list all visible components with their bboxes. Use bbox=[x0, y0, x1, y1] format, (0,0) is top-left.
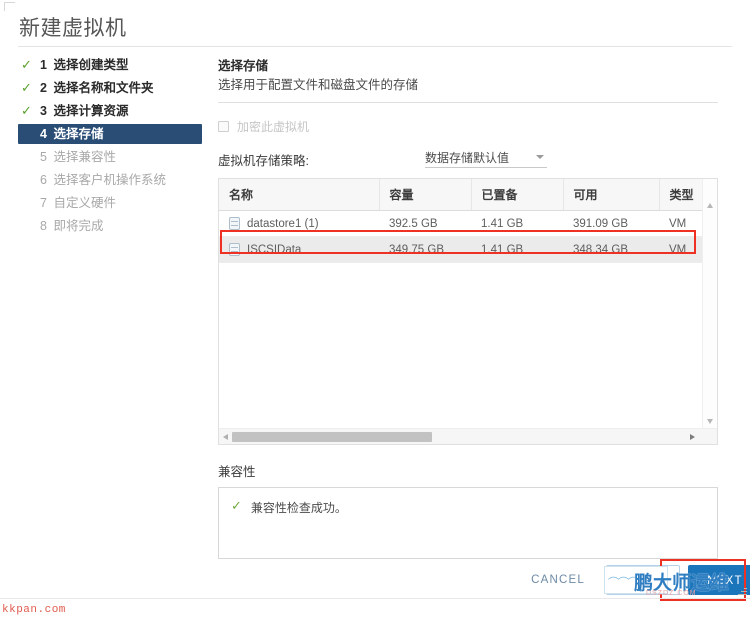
table-row[interactable]: datastore1 (1) 392.5 GB 1.41 GB 391.09 G… bbox=[219, 210, 703, 237]
datastore-table-container: 名称 容量 已置备 可用 类型 datastore1 (1) 392.5 GB … bbox=[218, 178, 718, 445]
datastore-name-text: datastore1 (1) bbox=[247, 218, 319, 230]
step-label: 选择名称和文件夹 bbox=[53, 81, 154, 95]
scroll-right-icon[interactable] bbox=[690, 434, 695, 440]
step-label: 选择计算资源 bbox=[53, 104, 129, 118]
sidebar-item-step-6[interactable]: 6 选择客户机操作系统 bbox=[18, 170, 204, 190]
step-label: 选择创建类型 bbox=[53, 58, 129, 72]
compatibility-panel: ✓ 兼容性检查成功。 bbox=[218, 487, 718, 559]
cell-free: 391.09 GB bbox=[563, 210, 659, 237]
wizard-step-list: ✓ 1 选择创建类型 ✓ 2 选择名称和文件夹 ✓ 3 选择计算资源 4 选择存… bbox=[18, 55, 204, 239]
horizontal-scroll-thumb[interactable] bbox=[232, 432, 432, 442]
cell-type: VM bbox=[659, 210, 703, 237]
sidebar-item-step-3[interactable]: ✓ 3 选择计算资源 bbox=[18, 101, 204, 121]
scroll-down-icon[interactable] bbox=[707, 419, 713, 424]
check-icon: ✓ bbox=[21, 80, 32, 95]
resize-grip-icon[interactable] bbox=[738, 586, 747, 595]
cell-capacity: 392.5 GB bbox=[379, 210, 471, 237]
step-number: 2 bbox=[40, 81, 47, 95]
table-header-row: 名称 容量 已置备 可用 类型 bbox=[219, 179, 704, 211]
step-number: 1 bbox=[40, 58, 47, 72]
step-number: 8 bbox=[40, 219, 47, 233]
bottom-divider bbox=[0, 598, 750, 599]
dialog-title-bar: 新建虚拟机 bbox=[0, 12, 750, 52]
wizard-footer: CANCEL BACK NEXT bbox=[218, 565, 750, 599]
datastore-name-text: ISCSIData bbox=[247, 244, 302, 256]
back-button[interactable]: BACK bbox=[606, 565, 680, 595]
content-divider bbox=[218, 102, 718, 103]
sidebar-item-step-8[interactable]: 8 即将完成 bbox=[18, 216, 204, 236]
cell-provisioned: 1.41 GB bbox=[471, 210, 563, 237]
sidebar-item-step-4[interactable]: 4 选择存储 bbox=[18, 124, 202, 144]
datastore-icon bbox=[229, 217, 240, 230]
step-label: 选择兼容性 bbox=[53, 150, 116, 164]
cell-provisioned: 1.41 GB bbox=[471, 236, 563, 263]
compatibility-label: 兼容性 bbox=[218, 465, 256, 479]
sidebar-item-step-2[interactable]: ✓ 2 选择名称和文件夹 bbox=[18, 78, 204, 98]
encrypt-vm-row[interactable]: 加密此虚拟机 bbox=[218, 117, 718, 135]
new-virtual-machine-wizard: 新建虚拟机 ✓ 1 选择创建类型 ✓ 2 选择名称和文件夹 ✓ 3 选择计算资源… bbox=[0, 0, 750, 621]
check-icon: ✓ bbox=[21, 103, 32, 118]
column-header-provisioned[interactable]: 已置备 bbox=[471, 179, 564, 211]
success-check-icon: ✓ bbox=[231, 498, 242, 513]
column-header-free[interactable]: 可用 bbox=[563, 179, 660, 211]
step-number: 7 bbox=[40, 196, 47, 210]
section-title: 选择存储 bbox=[218, 59, 269, 73]
step-label: 选择存储 bbox=[53, 127, 104, 141]
sidebar-item-step-7[interactable]: 7 自定义硬件 bbox=[18, 193, 204, 213]
chevron-down-icon bbox=[536, 155, 544, 159]
cell-datastore-name: datastore1 (1) bbox=[219, 210, 379, 237]
storage-policy-dropdown[interactable]: 数据存储默认值 bbox=[425, 147, 547, 168]
page-title: 新建虚拟机 bbox=[19, 17, 127, 40]
compatibility-message-row: ✓ 兼容性检查成功。 bbox=[231, 499, 705, 516]
table-horizontal-scrollbar[interactable] bbox=[219, 428, 717, 444]
table-row[interactable]: ISCSIData 349.75 GB 1.41 GB 348.34 GB VM bbox=[219, 236, 703, 263]
step-label: 即将完成 bbox=[53, 219, 104, 233]
title-divider bbox=[18, 46, 732, 47]
storage-policy-label: 虚拟机存储策略: bbox=[218, 154, 309, 168]
cell-datastore-name: ISCSIData bbox=[219, 236, 379, 263]
wizard-content-pane: 选择存储 选择用于配置文件和磁盘文件的存储 加密此虚拟机 虚拟机存储策略: 数据… bbox=[218, 58, 718, 559]
scroll-up-icon[interactable] bbox=[707, 203, 713, 208]
step-number: 3 bbox=[40, 104, 47, 118]
sidebar-item-step-1[interactable]: ✓ 1 选择创建类型 bbox=[18, 55, 204, 75]
column-header-name[interactable]: 名称 bbox=[219, 179, 380, 211]
cell-capacity: 349.75 GB bbox=[379, 236, 471, 263]
section-description: 选择用于配置文件和磁盘文件的存储 bbox=[218, 78, 419, 92]
cell-type: VM bbox=[659, 236, 703, 263]
table-vertical-scrollbar[interactable] bbox=[702, 179, 717, 428]
step-label: 自定义硬件 bbox=[53, 196, 116, 210]
cell-free: 348.34 GB bbox=[563, 236, 659, 263]
scroll-left-icon[interactable] bbox=[223, 434, 228, 440]
storage-policy-row: 虚拟机存储策略: 数据存储默认值 bbox=[218, 147, 718, 169]
sidebar-item-step-5[interactable]: 5 选择兼容性 bbox=[18, 147, 204, 167]
column-header-type[interactable]: 类型 bbox=[659, 179, 704, 211]
cancel-button[interactable]: CANCEL bbox=[520, 565, 596, 595]
window-chrome-corner bbox=[4, 2, 15, 11]
storage-policy-value: 数据存储默认值 bbox=[425, 150, 510, 165]
datastore-icon bbox=[229, 243, 240, 256]
check-icon: ✓ bbox=[21, 57, 32, 72]
step-number: 4 bbox=[40, 127, 47, 141]
site-watermark: kkpan.com bbox=[2, 604, 66, 616]
step-number: 5 bbox=[40, 150, 47, 164]
column-header-capacity[interactable]: 容量 bbox=[379, 179, 472, 211]
step-number: 6 bbox=[40, 173, 47, 187]
datastore-table: 名称 容量 已置备 可用 类型 datastore1 (1) 392.5 GB … bbox=[219, 179, 704, 263]
compatibility-message: 兼容性检查成功。 bbox=[250, 501, 347, 515]
encrypt-vm-label: 加密此虚拟机 bbox=[237, 119, 310, 134]
step-label: 选择客户机操作系统 bbox=[53, 173, 166, 187]
encrypt-vm-checkbox[interactable] bbox=[218, 120, 229, 132]
